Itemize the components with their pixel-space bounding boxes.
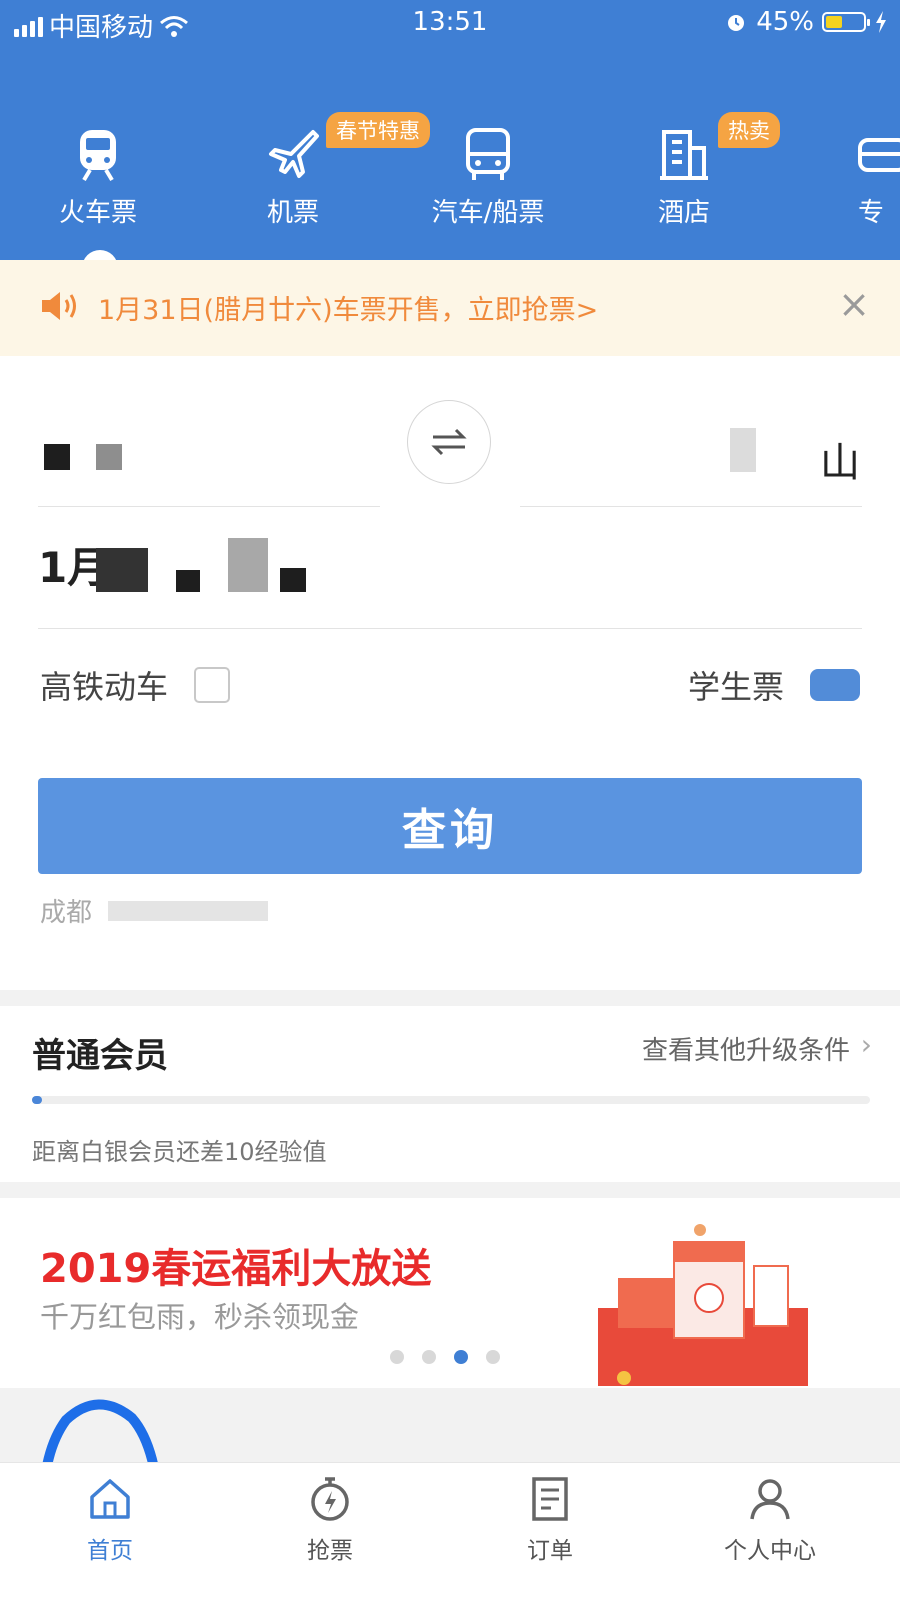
battery-icon [822,12,870,32]
tab-profile[interactable]: 个人中心 [710,1475,830,1565]
divider [520,506,862,507]
alarm-icon [728,15,745,31]
battery-level [826,16,842,28]
member-card: 普通会员 查看其他升级条件 › 距离白银会员还差10经验值 [0,1006,900,1182]
carousel-dot[interactable] [486,1350,500,1364]
bus-icon [466,128,510,180]
carousel-dot[interactable] [454,1350,468,1364]
member-level: 普通会员 [32,1036,168,1076]
banner-subtitle: 千万红包雨，秒杀领现金 [40,1300,360,1334]
divider [38,628,862,629]
banner-title: 2019春运福利大放送 [40,1246,432,1292]
tab-home[interactable]: 首页 [50,1475,170,1565]
history-redacted [108,901,269,921]
tab-label-profile: 个人中心 [724,1538,816,1564]
carousel-dot[interactable] [390,1350,404,1364]
from-station-redacted [44,444,70,470]
swap-icon [431,428,467,456]
tab-label-home: 首页 [87,1538,133,1564]
train-icon [80,130,116,182]
nav-label-hotel: 酒店 [657,198,710,228]
speaker-icon [42,292,76,320]
status-right: 45% [724,7,888,37]
tab-grab-ticket[interactable]: 抢票 [270,1475,390,1565]
from-station-redacted-2 [96,444,122,470]
date-redacted-2 [176,570,200,592]
notice-bar[interactable]: 1月31日(腊月廿六)车票开售，立即抢票> × [0,260,900,356]
date-redacted-4 [280,568,306,592]
nav-item-bus[interactable]: 汽车/船票 [408,124,568,229]
battery-percent: 45% [756,7,814,37]
bottom-tab-bar: 首页 抢票 订单 个人中心 [0,1462,900,1601]
chevron-right-icon: › [860,1028,872,1061]
plane-icon [269,130,319,178]
hotel-icon [660,130,708,180]
promo-illustration-icon [598,1224,808,1386]
from-station-field[interactable] [40,428,380,474]
to-station-redacted [730,428,756,472]
divider [38,506,380,507]
promo-banner[interactable]: 2019春运福利大放送 千万红包雨，秒杀领现金 [0,1198,900,1388]
stopwatch-icon [311,1477,349,1521]
status-bar: 中国移动 13:51 45% [0,0,900,46]
nav-item-train[interactable]: 火车票 [18,124,178,229]
tab-label-grab-ticket: 抢票 [307,1538,353,1564]
user-icon [750,1479,790,1520]
nav-label-flight: 机票 [266,198,319,228]
notice-text[interactable]: 1月31日(腊月廿六)车票开售，立即抢票> [98,288,598,327]
nav-label-train: 火车票 [58,198,137,228]
nav-label-bus: 汽车/船票 [431,198,545,228]
carousel-dot[interactable] [422,1350,436,1364]
order-icon [532,1477,568,1521]
student-option[interactable]: 学生票 [688,662,860,708]
swap-stations-button[interactable] [407,400,491,484]
nav-item-car[interactable]: 专 [800,124,900,229]
car-icon [858,138,900,172]
search-history[interactable]: 成都 [40,892,269,929]
date-redacted-3 [228,538,268,592]
badge-hot: 热卖 [718,112,780,148]
tab-orders[interactable]: 订单 [490,1475,610,1565]
query-button[interactable]: 查询 [38,778,862,874]
student-label: 学生票 [687,668,784,706]
member-hint: 距离白银会员还差10经验值 [32,1138,327,1166]
to-station-text: 山 [820,440,860,486]
search-card: 山 1月 高铁动车 学生票 查询 成都 [0,356,900,990]
highspeed-option[interactable]: 高铁动车 [40,662,231,708]
category-nav: 火车票 机票 春节特惠 汽车/船票 酒店 热卖 专 [0,110,900,260]
member-progress-bar [32,1096,870,1104]
close-icon[interactable]: × [838,282,870,326]
charging-icon [876,11,886,33]
tab-label-orders: 订单 [527,1538,573,1564]
upgrade-conditions-link[interactable]: 查看其他升级条件 [642,1030,850,1067]
student-toggle[interactable] [810,669,860,701]
highspeed-label: 高铁动车 [40,668,169,706]
history-text: 成都 [40,898,93,928]
home-icon [90,1479,130,1519]
to-station-field[interactable]: 山 [520,416,860,486]
date-redacted [96,548,148,592]
carousel-dots [390,1350,500,1364]
member-progress-fill [32,1096,42,1104]
highspeed-checkbox[interactable] [194,667,231,703]
nav-label-car: 专 [858,198,885,228]
date-field[interactable]: 1月 [38,534,862,616]
